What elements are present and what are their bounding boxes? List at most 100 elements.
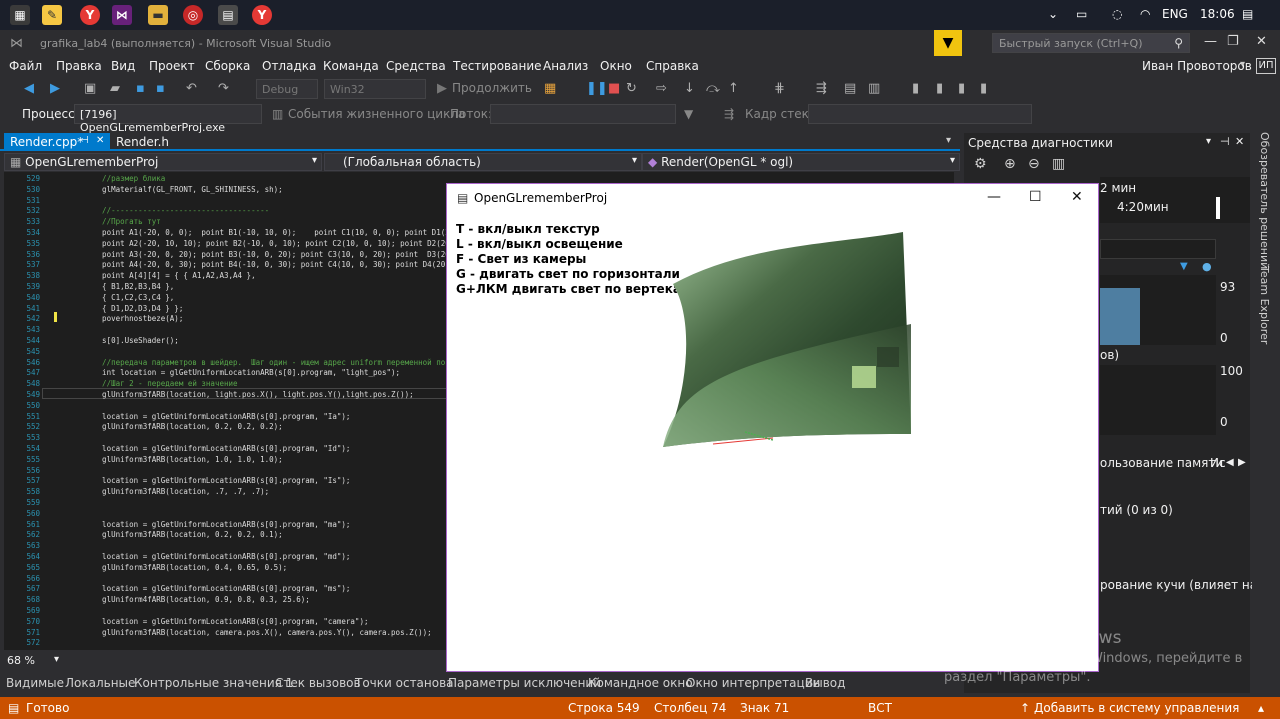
thread-combo[interactable] xyxy=(490,104,676,124)
code-line[interactable]: location = glGetUniformLocationARB(s[0].… xyxy=(84,584,350,593)
minimize-icon[interactable]: — xyxy=(1204,34,1217,49)
tab-exception-settings[interactable]: Параметры исключений xyxy=(448,676,601,690)
save-all-icon[interactable]: ▪ xyxy=(156,81,165,96)
code-line[interactable]: glUniform3fARB(location, .7, .7, .7); xyxy=(84,487,269,496)
code-line[interactable]: location = glGetUniformLocationARB(s[0].… xyxy=(84,412,350,421)
close-tab-icon[interactable]: ✕ xyxy=(96,135,104,146)
opengl-app-window[interactable]: ▤ OpenGLrememberProj — ☐ ✕ T - вкл/выкл … xyxy=(446,183,1099,672)
menu-debug[interactable]: Отладка xyxy=(262,59,316,73)
code-line[interactable]: point A3(-20, 0, 20); point B3(-10, 0, 2… xyxy=(84,250,463,259)
event-marker-icon[interactable]: ▼ xyxy=(1180,261,1188,272)
chevron-up-icon[interactable]: ⌄ xyxy=(1048,7,1058,21)
member-combo[interactable]: ◆ Render(OpenGL * ogl) ▾ xyxy=(642,153,960,171)
user-name[interactable]: Иван Провоторов xyxy=(1142,59,1252,73)
continue-icon[interactable]: ▶ xyxy=(437,81,447,96)
stack-frame-combo[interactable] xyxy=(808,104,1032,124)
code-line[interactable]: location = glGetUniformLocationARB(s[0].… xyxy=(84,520,350,529)
tab-render-cpp[interactable]: Render.cpp* ⊣ ✕ xyxy=(4,133,110,151)
team-explorer-tab[interactable]: Team Explorer xyxy=(1258,266,1271,344)
pause-icon[interactable]: ❚❚ xyxy=(586,81,608,96)
attach-icon[interactable]: ▦ xyxy=(544,81,556,96)
code-line[interactable]: point A4(-20, 0, 30); point B4(-10, 0, 3… xyxy=(84,260,459,269)
code-line[interactable]: poverhnostbeze(A); xyxy=(84,314,183,323)
undo-icon[interactable]: ↶ xyxy=(186,81,197,96)
step-over-icon[interactable]: ⤼ xyxy=(706,81,720,96)
code-line[interactable]: glUniform3fARB(location, 0.2, 0.2, 0.1); xyxy=(84,530,283,539)
tab-call-stack[interactable]: Стек вызовов xyxy=(275,676,361,690)
select-timeline-icon[interactable]: ▥ xyxy=(1052,156,1065,172)
hex-icon[interactable]: ⋕ xyxy=(774,81,785,96)
back-icon[interactable]: ◀ xyxy=(24,81,34,96)
process-combo[interactable]: [7196] OpenGLrememberProj.exe xyxy=(74,104,262,134)
code-line[interactable]: { C1,C2,C3,C4 }, xyxy=(84,293,174,302)
heap-profiling-option[interactable]: рование кучи (влияет на пр xyxy=(1100,578,1276,592)
bezier-surface-render[interactable] xyxy=(447,184,1098,671)
tab-render-h[interactable]: Render.h xyxy=(110,133,175,151)
code-line[interactable]: location = glGetUniformLocationARB(s[0].… xyxy=(84,617,368,626)
close-icon[interactable]: ✕ xyxy=(1256,34,1267,49)
stop-icon[interactable]: ■ xyxy=(608,81,620,96)
wifi-icon[interactable]: ◠ xyxy=(1140,7,1150,21)
tab-output[interactable]: Вывод xyxy=(805,676,845,690)
user-avatar[interactable]: ИП xyxy=(1256,58,1276,74)
code-line[interactable]: location = glGetUniformLocationARB(s[0].… xyxy=(84,444,350,453)
config-combo[interactable]: Debug xyxy=(256,79,318,99)
code-line[interactable]: //Шаг 2 - передаем ей значение xyxy=(84,379,237,388)
open-file-icon[interactable]: ▰ xyxy=(110,81,120,96)
feedback-icon[interactable]: ▼ xyxy=(934,30,962,56)
uncomment-icon[interactable]: ▥ xyxy=(868,81,880,96)
menu-test[interactable]: Тестирование xyxy=(453,59,542,73)
code-line[interactable]: //размер блика xyxy=(84,174,165,183)
tab-immediate-window[interactable]: Окно интерпретации xyxy=(686,676,820,690)
forward-icon[interactable]: ▶ xyxy=(50,81,60,96)
code-line[interactable]: location = glGetUniformLocationARB(s[0].… xyxy=(84,476,350,485)
code-line[interactable]: //передача параметров в шейдер. Шаг один… xyxy=(84,358,459,367)
tab-scroll-left-icon[interactable]: ◀ xyxy=(1226,457,1234,468)
code-line[interactable]: glMaterialf(GL_FRONT, GL_SHININESS, sh); xyxy=(84,185,283,194)
tab-autos[interactable]: Видимые xyxy=(6,676,64,690)
menu-view[interactable]: Вид xyxy=(111,59,135,73)
desktop-icon[interactable]: ▦ xyxy=(10,5,30,25)
prev-bookmark-icon[interactable]: ▮ xyxy=(936,81,943,96)
show-next-statement-icon[interactable]: ⇨ xyxy=(656,81,667,96)
menu-analyze[interactable]: Анализ xyxy=(543,59,588,73)
event-dot-icon[interactable]: ● xyxy=(1202,260,1212,273)
search-icon[interactable]: ⚲ xyxy=(1174,36,1183,50)
platform-combo[interactable]: Win32 xyxy=(324,79,426,99)
opengl-app-taskbar-icon[interactable]: ▤ xyxy=(218,5,238,25)
clock[interactable]: 18:06 xyxy=(1200,7,1235,21)
code-line[interactable]: glUniform3fARB(location, camera.pos.X(),… xyxy=(84,628,432,637)
tab-overflow-icon[interactable]: ▾ xyxy=(946,135,951,146)
zoom-in-icon[interactable]: ⊕ xyxy=(1004,156,1016,172)
clear-bookmarks-icon[interactable]: ▮ xyxy=(980,81,987,96)
menu-help[interactable]: Справка xyxy=(646,59,699,73)
yandex-browser-icon[interactable]: Y xyxy=(80,5,100,25)
continue-button[interactable]: Продолжить xyxy=(452,81,532,95)
close-icon[interactable]: ✕ xyxy=(1235,135,1244,148)
next-bookmark-icon[interactable]: ▮ xyxy=(958,81,965,96)
scope-combo[interactable]: (Глобальная область) ▾ xyxy=(324,153,642,171)
add-to-source-control-button[interactable]: Добавить в систему управления версиями xyxy=(1034,701,1280,719)
menu-tools[interactable]: Средства xyxy=(386,59,446,73)
comment-icon[interactable]: ▤ xyxy=(844,81,856,96)
code-line[interactable]: s[0].UseShader(); xyxy=(84,336,179,345)
tab-watch-1[interactable]: Контрольные значения 1 xyxy=(134,676,293,690)
code-line[interactable]: location = glGetUniformLocationARB(s[0].… xyxy=(84,552,350,561)
code-line[interactable]: point A2(-20, 10, 10); point B2(-10, 0, … xyxy=(84,239,463,248)
quick-launch-input[interactable]: Быстрый запуск (Ctrl+Q) ⚲ xyxy=(992,33,1190,53)
code-line[interactable]: int location = glGetUniformLocationARB(s… xyxy=(84,368,400,377)
thread-icon[interactable]: ⇶ xyxy=(816,81,827,96)
panel-menu-icon[interactable]: ▾ xyxy=(1206,136,1211,147)
notes-app-icon[interactable]: ✎ xyxy=(42,5,62,25)
file-explorer-icon[interactable]: ▬ xyxy=(148,5,168,25)
gear-icon[interactable]: ⚙ xyxy=(974,156,987,172)
pin-icon[interactable]: ⊣ xyxy=(1220,135,1230,148)
lifecycle-icon[interactable]: ▥ xyxy=(272,107,283,121)
visual-studio-taskbar-icon[interactable]: ⋈ xyxy=(112,5,132,25)
user-dropdown-icon[interactable]: ▾ xyxy=(1240,59,1245,70)
menu-project[interactable]: Проект xyxy=(149,59,195,73)
memory-usage-tab[interactable]: пользование памяти xyxy=(1092,456,1223,470)
yandex-browser-icon-2[interactable]: Y xyxy=(252,5,272,25)
menu-file[interactable]: Файл xyxy=(9,59,42,73)
filter-icon[interactable]: ▼ xyxy=(684,107,693,121)
